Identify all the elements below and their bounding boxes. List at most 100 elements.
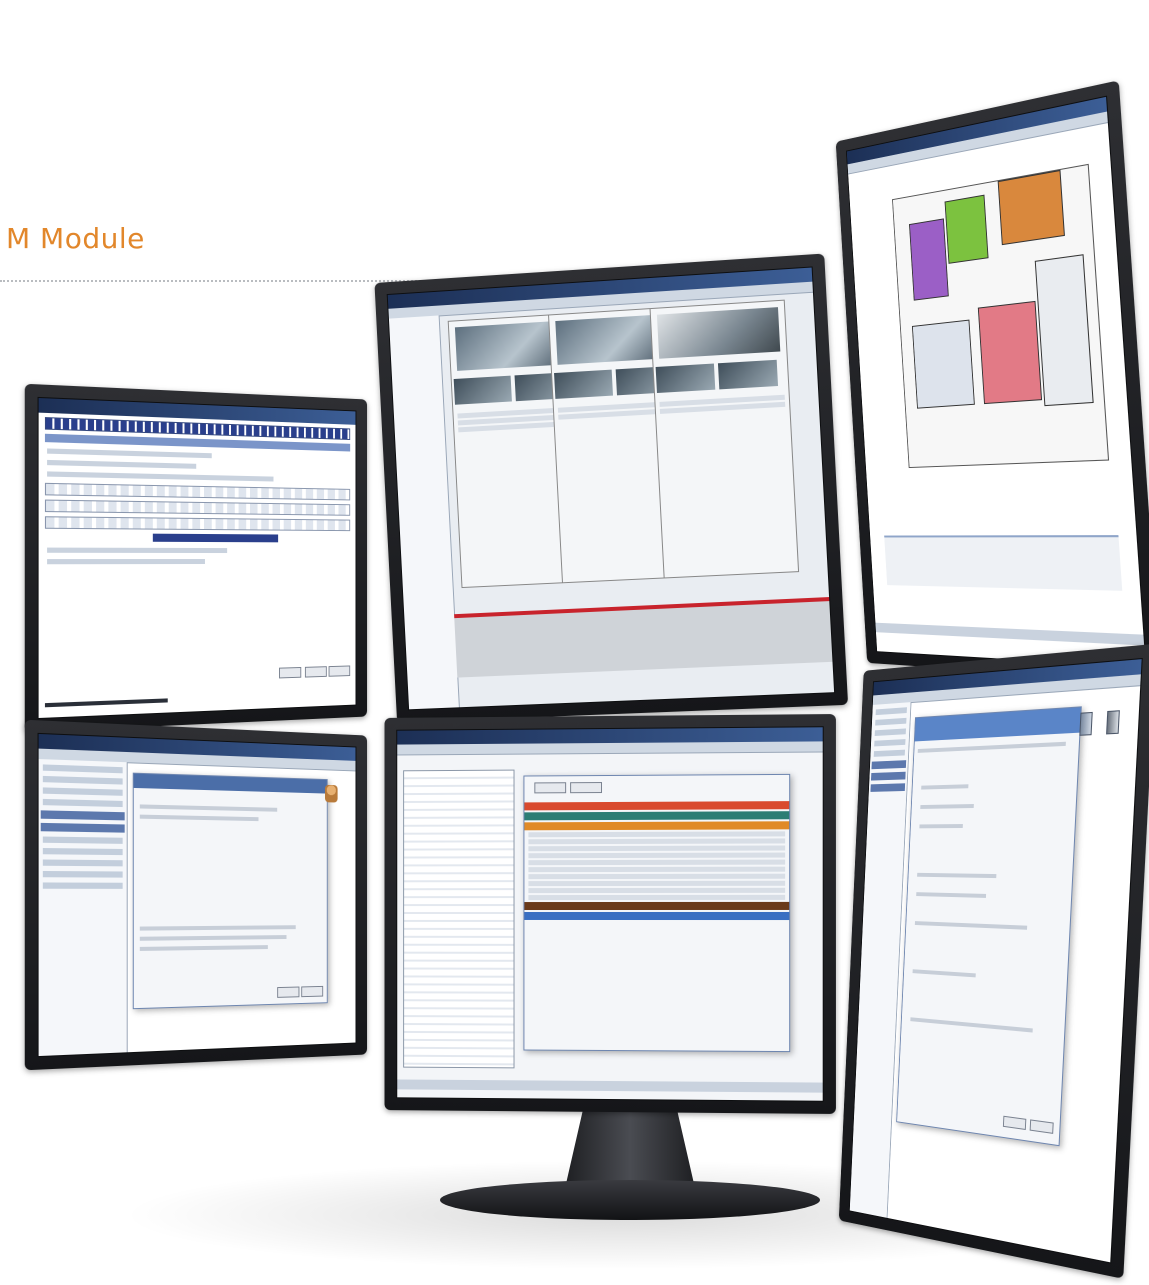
room-pink[interactable] (978, 301, 1043, 405)
alarm-bar-history[interactable] (524, 901, 790, 911)
sidebar-item[interactable] (42, 882, 123, 889)
footer-note (44, 698, 168, 708)
device-icon[interactable] (1079, 711, 1093, 736)
alarm-row[interactable] (528, 859, 786, 866)
sidebar-item[interactable] (875, 707, 908, 716)
dialog-row[interactable] (140, 945, 268, 951)
sidebar-item[interactable] (874, 739, 906, 747)
day-grid-1[interactable] (44, 482, 351, 501)
form-field[interactable] (919, 824, 964, 829)
floorplan-map[interactable] (892, 163, 1110, 469)
ok-button[interactable] (277, 986, 300, 998)
sidebar-item-selected[interactable] (40, 810, 125, 821)
alarm-row[interactable] (528, 866, 786, 873)
alarm-bar-warning[interactable] (524, 821, 790, 831)
dialog-titlebar (914, 707, 1081, 742)
description-field[interactable] (47, 459, 196, 469)
sidebar-item[interactable] (42, 859, 123, 867)
monitor-bottom-right (838, 643, 1149, 1279)
sidebar-item-selected[interactable] (870, 783, 906, 792)
dialog-row[interactable] (140, 814, 259, 822)
option-row[interactable] (47, 471, 274, 482)
sidebar-item[interactable] (42, 836, 123, 844)
sidebar-item[interactable] (42, 764, 123, 774)
status-bar (875, 622, 1145, 646)
apply-button[interactable] (304, 666, 327, 678)
camera-thumb[interactable] (553, 369, 613, 399)
schedule-screen (37, 396, 357, 720)
tab-strip[interactable] (917, 741, 1066, 753)
alarm-row[interactable] (528, 873, 786, 880)
room-green[interactable] (944, 194, 989, 264)
sidebar-item[interactable] (42, 870, 123, 878)
page-heading: M Module (6, 222, 145, 255)
sidebar-item-selected[interactable] (870, 771, 907, 781)
user-icon[interactable] (324, 784, 338, 803)
end-options-2[interactable] (47, 558, 206, 565)
alarm-row[interactable] (528, 887, 786, 894)
room-blue[interactable] (911, 319, 975, 410)
sidebar-item-selected[interactable] (871, 760, 907, 770)
form-field[interactable] (917, 872, 997, 879)
ok-button[interactable] (1003, 1115, 1027, 1131)
alarm-row[interactable] (528, 838, 786, 845)
monitor-stand-base (440, 1180, 820, 1220)
properties-screen (848, 657, 1143, 1264)
form-field[interactable] (912, 969, 976, 978)
dialog-row[interactable] (140, 925, 296, 931)
camera-thumb[interactable] (453, 375, 512, 405)
cancel-button[interactable] (328, 665, 351, 677)
room-orange[interactable] (997, 169, 1065, 245)
floorplan-screen (845, 95, 1147, 669)
sidebar-item[interactable] (42, 775, 123, 785)
name-field[interactable] (47, 448, 212, 459)
alarm-bar-acknowledged[interactable] (524, 811, 790, 821)
cancel-button[interactable] (301, 985, 324, 998)
day-grid-2[interactable] (44, 499, 351, 516)
clear-button[interactable] (569, 782, 602, 794)
camera-thumb[interactable] (655, 363, 716, 394)
playback-timeline[interactable] (454, 597, 833, 678)
alarm-row[interactable] (528, 894, 786, 901)
form-field[interactable] (920, 804, 974, 809)
sidebar-item[interactable] (42, 787, 123, 796)
sidebar-item[interactable] (42, 847, 123, 856)
sidebar-item[interactable] (42, 798, 123, 808)
monitor-top-left (24, 383, 368, 733)
alarm-row[interactable] (528, 845, 786, 852)
alarm-row[interactable] (528, 831, 786, 838)
monitor-bottom-left (24, 719, 368, 1071)
ok-button[interactable] (279, 666, 302, 679)
form-field[interactable] (914, 921, 1028, 930)
form-field[interactable] (916, 892, 986, 898)
selected-range[interactable] (152, 533, 279, 543)
reader-icon[interactable] (1106, 710, 1120, 735)
dialog-row[interactable] (140, 935, 287, 941)
day-grid-3[interactable] (44, 516, 351, 532)
cancel-button[interactable] (1029, 1119, 1054, 1134)
sidebar-item[interactable] (875, 717, 907, 726)
alarm-row[interactable] (528, 852, 786, 859)
room-purple[interactable] (908, 218, 949, 302)
filter-button[interactable] (534, 782, 566, 794)
event-table[interactable] (403, 769, 515, 1069)
camera-tile[interactable] (656, 307, 781, 359)
monitor-top-center (374, 253, 849, 723)
sidebar-item[interactable] (873, 749, 906, 757)
form-field[interactable] (910, 1017, 1033, 1033)
alarm-row[interactable] (528, 880, 786, 887)
alarm-bar-selected[interactable] (524, 911, 790, 921)
navigation-sidebar (849, 702, 912, 1219)
room-corridor[interactable] (1035, 254, 1094, 407)
permissions-screen (37, 732, 357, 1058)
alarm-bar-critical[interactable] (524, 801, 790, 811)
dialog-titlebar (134, 773, 328, 794)
camera-thumb[interactable] (718, 359, 779, 390)
sidebar-item[interactable] (874, 728, 907, 737)
end-options[interactable] (47, 547, 228, 554)
legend-panel (884, 535, 1123, 591)
sidebar-item-selected[interactable] (40, 822, 125, 833)
form-field[interactable] (921, 784, 969, 790)
dialog-row[interactable] (140, 804, 277, 812)
monitor-top-right (835, 80, 1149, 683)
